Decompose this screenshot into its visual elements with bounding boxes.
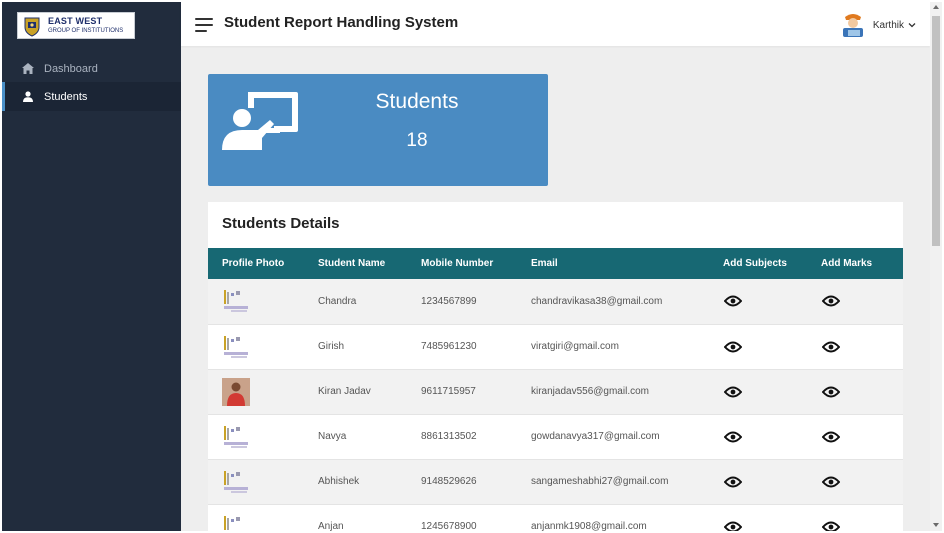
user-menu[interactable]: Karthik: [838, 11, 916, 39]
mobile-number-cell: 8861313502: [421, 431, 477, 442]
add-marks-eye-icon[interactable]: [821, 431, 903, 443]
add-subjects-eye-icon[interactable]: [723, 431, 807, 443]
profile-photo: [222, 423, 304, 451]
add-marks-cell: [807, 279, 903, 324]
add-marks-eye-icon[interactable]: [821, 341, 903, 353]
add-marks-eye-icon[interactable]: [821, 295, 903, 307]
email-cell: viratgiri@gmail.com: [531, 341, 619, 352]
add-subjects-cell: [709, 279, 807, 324]
profile-photo: [222, 377, 304, 406]
brand-subtitle: GROUP OF INSTITUTIONS: [48, 28, 124, 34]
email-cell: sangameshabhi27@gmail.com: [531, 476, 669, 487]
scroll-down-arrow-icon[interactable]: [933, 523, 939, 527]
sidebar-item-dashboard[interactable]: Dashboard: [2, 54, 181, 83]
email-cell: kiranjadav556@gmail.com: [531, 386, 649, 397]
profile-photo: [222, 513, 304, 532]
chevron-down-icon: [908, 23, 916, 28]
add-subjects-cell: [709, 414, 807, 459]
student-name-cell: Anjan: [318, 521, 344, 531]
add-subjects-eye-icon[interactable]: [723, 341, 807, 353]
add-marks-cell: [807, 369, 903, 414]
menu-toggle-icon[interactable]: [195, 18, 213, 32]
add-marks-eye-icon[interactable]: [821, 386, 903, 398]
mobile-number-cell: 9148529626: [421, 476, 477, 487]
stat-title: Students: [375, 90, 459, 113]
brand-logo-box[interactable]: EAST WEST GROUP OF INSTITUTIONS: [17, 12, 135, 39]
scroll-thumb[interactable]: [932, 16, 940, 246]
profile-photo: [222, 468, 304, 496]
column-header-email: Email: [531, 258, 558, 269]
brand-text: EAST WEST GROUP OF INSTITUTIONS: [48, 16, 124, 35]
email-cell: gowdanavya317@gmail.com: [531, 431, 660, 442]
app-window: EAST WEST GROUP OF INSTITUTIONS Dashboar…: [2, 2, 942, 531]
add-subjects-eye-icon[interactable]: [723, 295, 807, 307]
add-marks-eye-icon[interactable]: [821, 521, 903, 531]
student-name-cell: Navya: [318, 431, 347, 442]
table-row: Anjan 1245678900 anjanmk1908@gmail.com: [208, 504, 903, 531]
students-details-panel: Students Details Profile Photo Student N…: [208, 202, 903, 531]
mobile-number-cell: 1234567899: [421, 295, 477, 307]
column-header-student-name: Student Name: [318, 258, 386, 269]
student-name-cell: Girish: [318, 341, 345, 352]
add-marks-cell: [807, 459, 903, 504]
profile-photo-cell: [208, 324, 304, 369]
stat-value: 18: [406, 130, 428, 151]
user-icon: [21, 90, 35, 104]
student-name-cell: Kiran Jadav: [318, 386, 371, 397]
profile-photo-cell: [208, 504, 304, 531]
add-marks-cell: [807, 414, 903, 459]
home-icon: [21, 62, 35, 76]
add-marks-eye-icon[interactable]: [821, 476, 903, 488]
vertical-scrollbar[interactable]: [930, 2, 942, 531]
add-subjects-eye-icon[interactable]: [723, 521, 807, 531]
scroll-up-arrow-icon[interactable]: [933, 5, 939, 9]
column-header-profile-photo: Profile Photo: [222, 258, 285, 269]
add-subjects-cell: [709, 504, 807, 531]
table-body: Chandra 1234567899 chandravikasa38@gmail.c…: [208, 279, 903, 531]
profile-photo-cell: [208, 369, 304, 414]
sidebar-item-label: Dashboard: [44, 62, 98, 75]
add-marks-cell: [807, 504, 903, 531]
students-count-card[interactable]: Students 18: [208, 74, 548, 186]
student-name-cell: Abhishek: [318, 476, 360, 487]
column-header-add-marks: Add Marks: [821, 258, 873, 269]
student-name-cell: Chandra: [318, 295, 357, 307]
user-name: Karthik: [872, 19, 904, 31]
table-row: Chandra 1234567899 chandravikasa38@gmail.c…: [208, 279, 903, 324]
profile-photo: [222, 287, 304, 315]
profile-photo-cell: [208, 279, 304, 324]
add-subjects-cell: [709, 459, 807, 504]
top-header: Student Report Handling System Karthik: [181, 2, 930, 46]
institution-crest-icon: [24, 17, 40, 37]
profile-photo-cell: [208, 414, 304, 459]
table-header-row: Profile Photo Student Name Mobile Number…: [208, 248, 903, 279]
section-title: Students Details: [222, 215, 340, 232]
add-subjects-eye-icon[interactable]: [723, 476, 807, 488]
table-row: Abhishek 9148529626 sangameshabhi27@gmail.…: [208, 459, 903, 504]
profile-photo: [222, 333, 304, 361]
sidebar-item-students[interactable]: Students: [2, 82, 181, 111]
page-title: Student Report Handling System: [224, 14, 459, 31]
email-cell: chandravikasa38@gmail.com: [531, 295, 663, 307]
profile-photo-cell: [208, 459, 304, 504]
mobile-number-cell: 9611715957: [421, 386, 476, 397]
email-cell: anjanmk1908@gmail.com: [531, 521, 647, 531]
add-subjects-cell: [709, 369, 807, 414]
students-table: Profile Photo Student Name Mobile Number…: [208, 248, 903, 531]
add-subjects-cell: [709, 324, 807, 369]
column-header-mobile-number: Mobile Number: [421, 258, 494, 269]
teacher-board-icon: [222, 92, 298, 150]
add-subjects-eye-icon[interactable]: [723, 386, 807, 398]
mobile-number-cell: 1245678900: [421, 521, 477, 531]
brand-name: EAST WEST: [48, 16, 103, 26]
add-marks-cell: [807, 324, 903, 369]
sidebar: EAST WEST GROUP OF INSTITUTIONS Dashboar…: [2, 2, 181, 531]
table-row: Girish 7485961230 viratgiri@gmail.com: [208, 324, 903, 369]
table-row: Kiran Jadav 9611715957 kiranjadav556@gmail…: [208, 369, 903, 414]
mobile-number-cell: 7485961230: [421, 341, 477, 352]
table-row: Navya 8861313502 gowdanavya317@gmail.com: [208, 414, 903, 459]
sidebar-item-label: Students: [44, 90, 88, 103]
avatar: [838, 11, 867, 39]
column-header-add-subjects: Add Subjects: [723, 258, 787, 269]
